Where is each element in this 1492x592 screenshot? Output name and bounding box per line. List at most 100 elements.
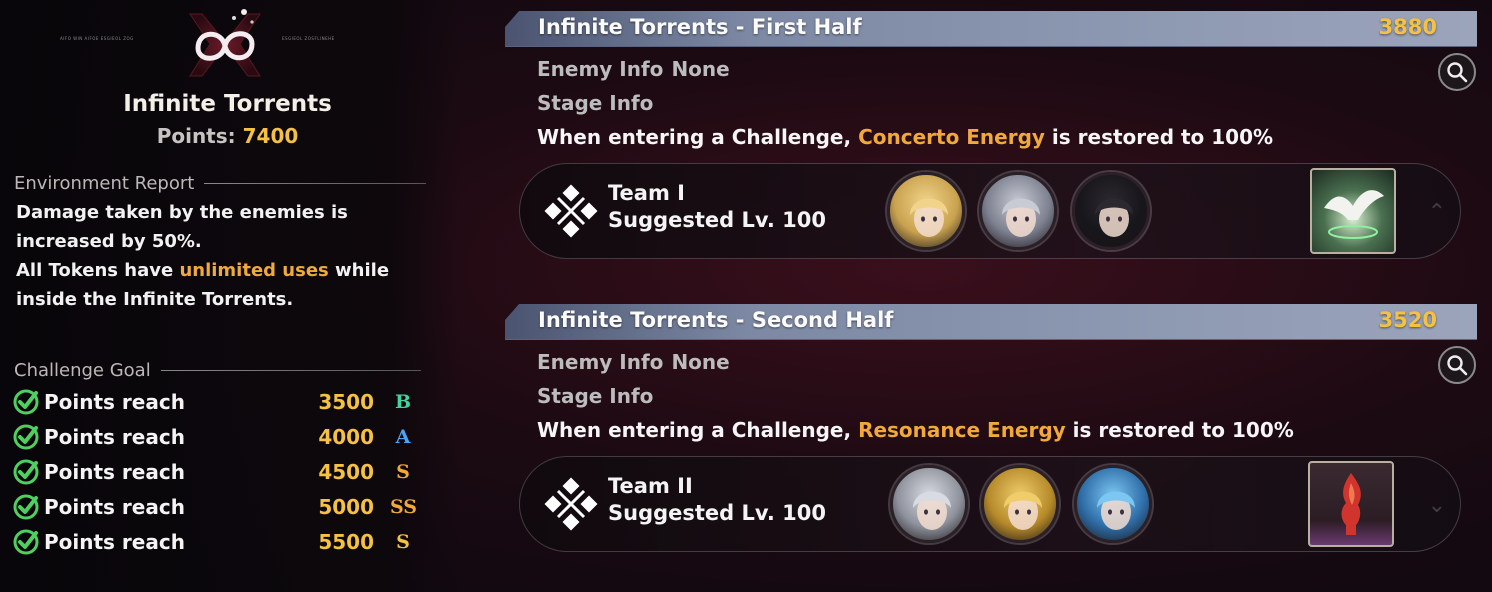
enemy-info-value: None: [671, 57, 730, 81]
enemy-info-label: Enemy Info: [537, 57, 664, 81]
goal-label: Points reach: [44, 460, 185, 484]
stage-desc-highlight: Resonance Energy: [858, 418, 1066, 442]
white-bird-echo-icon: [1324, 190, 1384, 239]
stage-name: Infinite Torrents - Second Half: [538, 308, 894, 332]
mode-total-points: Points: 7400: [0, 124, 455, 148]
goal-points-value: 5500: [318, 530, 374, 554]
challenge-goal-row: Points reach 4500 S: [12, 457, 432, 487]
character-avatar[interactable]: [887, 172, 965, 250]
challenge-goal-title: Challenge Goal: [14, 360, 151, 381]
stage-card: ✦ Infinite Torrents - First Half 3880 En…: [505, 11, 1480, 271]
mode-points-value: 7400: [242, 124, 299, 148]
emblem-caption-left: AIFO WIN AIFOE ESGIEOL ZOG: [60, 36, 134, 41]
sparkle-icon: ✦: [503, 296, 515, 312]
rank-badge-icon: B: [394, 391, 412, 413]
red-flame-echo-icon: [1341, 473, 1361, 535]
challenge-goal-row: Points reach 3500 B: [12, 387, 432, 417]
rank-badge-icon: A: [395, 426, 411, 448]
white-haired-character-avatar: [913, 491, 951, 530]
sparkle-icon: ✦: [503, 3, 515, 19]
env-text-pre: All Tokens have: [16, 260, 180, 281]
env-text-highlight: unlimited uses: [179, 260, 329, 281]
character-avatar[interactable]: [981, 465, 1059, 543]
check-circle-icon: [13, 494, 39, 520]
character-avatar[interactable]: [979, 172, 1057, 250]
blonde-character-avatar: [910, 198, 948, 237]
character-avatar[interactable]: [1072, 172, 1150, 250]
suggested-level: Suggested Lv. 100: [608, 208, 826, 232]
goal-label: Points reach: [44, 530, 185, 554]
crossed-swords-team-icon: [544, 477, 598, 531]
stage-info-label: Stage Info: [537, 384, 654, 408]
mode-info-panel: AIFO WIN AIFOE ESGIEOL ZOG ESGIEOL ZOSFL…: [0, 0, 460, 592]
environment-effect-1: Damage taken by the enemies is increased…: [16, 202, 348, 252]
goal-points-value: 5000: [318, 495, 374, 519]
chevron-icon: ⌃: [1427, 200, 1446, 225]
character-avatar[interactable]: [890, 465, 968, 543]
stage-header-bar[interactable]: ✦ Infinite Torrents - First Half 3880: [505, 11, 1477, 47]
challenge-goal-row: Points reach 4000 A: [12, 422, 432, 452]
emblem-caption-right: ESGIEOL ZOSFLINEHE: [282, 36, 335, 41]
stage-name: Infinite Torrents - First Half: [538, 15, 862, 39]
environment-report-heading: Environment Report: [14, 173, 427, 194]
team-slot[interactable]: Team I Suggested Lv. 100 ⌃: [519, 163, 1461, 259]
divider: [160, 370, 421, 371]
stage-desc-highlight: Concerto Energy: [858, 125, 1045, 149]
stage-desc-pre: When entering a Challenge,: [537, 418, 859, 442]
enemy-info-line: Enemy Info None: [537, 350, 730, 374]
crossed-swords-team-icon: [544, 184, 598, 238]
divider: [204, 183, 427, 184]
check-circle-icon: [13, 459, 39, 485]
echo-slot[interactable]: [1310, 168, 1396, 254]
echo-slot[interactable]: [1308, 461, 1394, 547]
dark-haired-character-avatar: [1095, 198, 1133, 237]
chevron-icon: ⌄: [1427, 493, 1446, 518]
enemy-info-line: Enemy Info None: [537, 57, 730, 81]
silver-masked-character-avatar: [1002, 198, 1040, 237]
team-slot[interactable]: Team II Suggested Lv. 100 ⌄: [519, 456, 1461, 552]
mode-points-label: Points:: [156, 124, 236, 148]
team-name: Team I: [608, 181, 685, 205]
check-circle-icon: [13, 389, 39, 415]
blonde-hat-character-avatar: [1004, 491, 1042, 530]
goal-label: Points reach: [44, 425, 185, 449]
stage-info-label: Stage Info: [537, 91, 654, 115]
character-avatar[interactable]: [1074, 465, 1152, 543]
stage-desc-post: is restored to 100%: [1044, 125, 1274, 149]
enemy-info-label: Enemy Info: [537, 350, 664, 374]
enemy-info-search-button[interactable]: [1438, 346, 1476, 384]
blue-haired-character-avatar: [1097, 491, 1135, 530]
goal-points-value: 4500: [318, 460, 374, 484]
goal-points-value: 4000: [318, 425, 374, 449]
magnifier-icon: [1447, 62, 1468, 83]
stage-desc-post: is restored to 100%: [1065, 418, 1294, 442]
rank-badge-icon: S: [396, 461, 410, 483]
goal-points-value: 3500: [318, 390, 374, 414]
goal-label: Points reach: [44, 495, 185, 519]
stage-description: When entering a Challenge, Concerto Ener…: [537, 125, 1273, 149]
team-name: Team II: [608, 474, 693, 498]
enemy-info-search-button[interactable]: [1438, 53, 1476, 91]
rank-badge-icon: S: [396, 531, 410, 553]
rank-badge-icon: SS: [390, 496, 418, 518]
check-circle-icon: [13, 424, 39, 450]
challenge-goal-heading: Challenge Goal: [14, 360, 421, 381]
stage-header-bar[interactable]: ✦ Infinite Torrents - Second Half 3520: [505, 304, 1477, 340]
stage-points: 3520: [1378, 308, 1437, 332]
stage-desc-pre: When entering a Challenge,: [537, 125, 859, 149]
environment-effect-2: All Tokens have unlimited uses while ins…: [16, 256, 448, 314]
suggested-level: Suggested Lv. 100: [608, 501, 826, 525]
goal-label: Points reach: [44, 390, 185, 414]
stage-card: ✦ Infinite Torrents - Second Half 3520 E…: [505, 304, 1480, 564]
mode-title: Infinite Torrents: [123, 91, 332, 117]
environment-report-text: Damage taken by the enemies is increased…: [16, 198, 448, 314]
magnifier-icon: [1447, 355, 1468, 376]
check-circle-icon: [13, 529, 39, 555]
environment-report-title: Environment Report: [14, 173, 195, 194]
enemy-info-value: None: [671, 350, 730, 374]
challenge-goal-row: Points reach 5500 S: [12, 527, 432, 557]
challenge-goal-row: Points reach 5000 SS: [12, 492, 432, 522]
stage-points: 3880: [1378, 15, 1437, 39]
infinite-torrents-emblem-icon: [189, 9, 261, 77]
stage-description: When entering a Challenge, Resonance Ene…: [537, 418, 1294, 442]
